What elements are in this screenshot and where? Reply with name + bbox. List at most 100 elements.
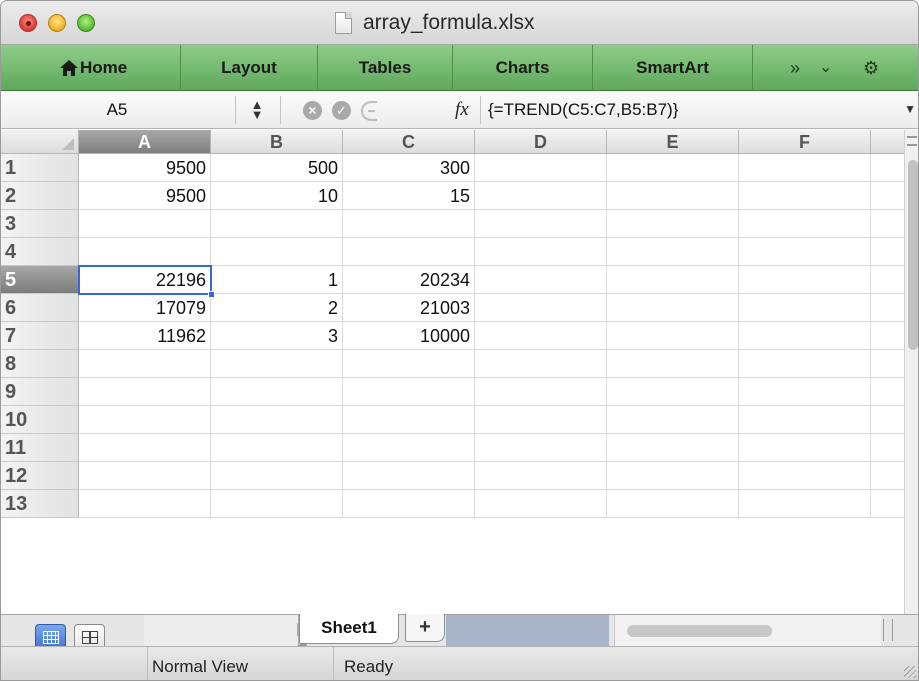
tab-layout[interactable]: Layout: [181, 45, 318, 91]
cell-e8[interactable]: [607, 350, 739, 378]
cancel-formula-icon[interactable]: ×: [303, 101, 322, 120]
cell-b3[interactable]: [211, 210, 343, 238]
cell-a1[interactable]: 9500: [79, 154, 211, 182]
column-header-c[interactable]: C: [343, 130, 475, 154]
cell-f3[interactable]: [739, 210, 871, 238]
cell-a8[interactable]: [79, 350, 211, 378]
cell-e4[interactable]: [607, 238, 739, 266]
row-header-13[interactable]: 13: [1, 490, 79, 518]
minimize-window-button[interactable]: [48, 14, 66, 32]
row-header-6[interactable]: 6: [1, 294, 79, 322]
column-header-d[interactable]: D: [475, 130, 607, 154]
row-header-7[interactable]: 7: [1, 322, 79, 350]
split-handle-icon[interactable]: [907, 136, 917, 146]
cell-c1[interactable]: 300: [343, 154, 475, 182]
cell-c6[interactable]: 21003: [343, 294, 475, 322]
cell-c2[interactable]: 15: [343, 182, 475, 210]
cell-a5[interactable]: 22196: [79, 266, 211, 294]
cell-a2[interactable]: 9500: [79, 182, 211, 210]
cell-d8[interactable]: [475, 350, 607, 378]
cell-f13[interactable]: [739, 490, 871, 518]
cell-b11[interactable]: [211, 434, 343, 462]
cell-f12[interactable]: [739, 462, 871, 490]
cell-b4[interactable]: [211, 238, 343, 266]
cell-b10[interactable]: [211, 406, 343, 434]
cell-e2[interactable]: [607, 182, 739, 210]
sheet-tab-sheet1[interactable]: Sheet1: [299, 614, 399, 644]
resize-grip-icon[interactable]: [904, 666, 916, 678]
cell-b5[interactable]: 1: [211, 266, 343, 294]
cell-e1[interactable]: [607, 154, 739, 182]
cell-a4[interactable]: [79, 238, 211, 266]
cell-c4[interactable]: [343, 238, 475, 266]
tab-home[interactable]: Home: [38, 45, 181, 91]
cell-e6[interactable]: [607, 294, 739, 322]
select-all-corner[interactable]: [1, 130, 79, 154]
row-header-2[interactable]: 2: [1, 182, 79, 210]
cell-f6[interactable]: [739, 294, 871, 322]
cell-e11[interactable]: [607, 434, 739, 462]
cell-e10[interactable]: [607, 406, 739, 434]
cell-a12[interactable]: [79, 462, 211, 490]
cell-f10[interactable]: [739, 406, 871, 434]
insert-function-button[interactable]: fx: [455, 96, 469, 124]
cell-c11[interactable]: [343, 434, 475, 462]
row-header-9[interactable]: 9: [1, 378, 79, 406]
cell-e7[interactable]: [607, 322, 739, 350]
add-sheet-button[interactable]: +: [405, 614, 445, 642]
cell-f4[interactable]: [739, 238, 871, 266]
row-header-10[interactable]: 10: [1, 406, 79, 434]
row-header-5[interactable]: 5: [1, 266, 79, 294]
cell-d3[interactable]: [475, 210, 607, 238]
row-header-4[interactable]: 4: [1, 238, 79, 266]
cell-a13[interactable]: [79, 490, 211, 518]
confirm-formula-icon[interactable]: ✓: [332, 101, 351, 120]
cell-e3[interactable]: [607, 210, 739, 238]
cell-f7[interactable]: [739, 322, 871, 350]
cell-f9[interactable]: [739, 378, 871, 406]
cell-d7[interactable]: [475, 322, 607, 350]
cell-a7[interactable]: 11962: [79, 322, 211, 350]
ribbon-collapse-icon[interactable]: ⌄: [819, 59, 832, 77]
cell-b2[interactable]: 10: [211, 182, 343, 210]
row-header-8[interactable]: 8: [1, 350, 79, 378]
close-window-button[interactable]: [19, 14, 37, 32]
cell-d1[interactable]: [475, 154, 607, 182]
cell-d11[interactable]: [475, 434, 607, 462]
cell-b12[interactable]: [211, 462, 343, 490]
cell-f2[interactable]: [739, 182, 871, 210]
tab-charts[interactable]: Charts: [453, 45, 593, 91]
cell-b8[interactable]: [211, 350, 343, 378]
horizontal-scrollbar[interactable]: [614, 615, 881, 647]
vertical-scrollbar[interactable]: [904, 130, 918, 614]
row-header-11[interactable]: 11: [1, 434, 79, 462]
cell-d6[interactable]: [475, 294, 607, 322]
cell-d9[interactable]: [475, 378, 607, 406]
zoom-window-button[interactable]: [77, 14, 95, 32]
cell-c5[interactable]: 20234: [343, 266, 475, 294]
cell-c8[interactable]: [343, 350, 475, 378]
cell-c12[interactable]: [343, 462, 475, 490]
cell-d2[interactable]: [475, 182, 607, 210]
cell-f5[interactable]: [739, 266, 871, 294]
row-header-1[interactable]: 1: [1, 154, 79, 182]
horizontal-scroll-thumb[interactable]: [627, 625, 772, 637]
expand-formula-icon[interactable]: ▼: [904, 102, 916, 116]
name-box-stepper-icon[interactable]: ▲ ▼: [249, 98, 265, 121]
cell-f11[interactable]: [739, 434, 871, 462]
tab-tables[interactable]: Tables: [318, 45, 453, 91]
column-header-a[interactable]: A: [79, 130, 211, 154]
gear-icon[interactable]: ⚙: [863, 59, 879, 77]
cell-f8[interactable]: [739, 350, 871, 378]
cell-d5[interactable]: [475, 266, 607, 294]
spreadsheet-grid[interactable]: A B C D E F 1 9500 500 300 2 9500 10 15 3 4 5 22196 1 20234…: [1, 130, 918, 614]
cell-c3[interactable]: [343, 210, 475, 238]
cell-a6[interactable]: 17079: [79, 294, 211, 322]
cell-b1[interactable]: 500: [211, 154, 343, 182]
cell-b9[interactable]: [211, 378, 343, 406]
cell-d13[interactable]: [475, 490, 607, 518]
cell-e13[interactable]: [607, 490, 739, 518]
cell-c13[interactable]: [343, 490, 475, 518]
cell-c7[interactable]: 10000: [343, 322, 475, 350]
cell-a9[interactable]: [79, 378, 211, 406]
